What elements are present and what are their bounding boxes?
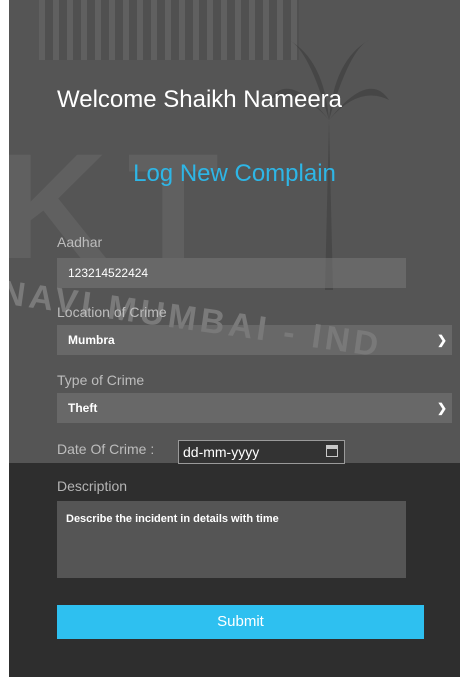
- chevron-down-icon: ❯: [436, 401, 447, 415]
- building-facade-graphic: [39, 0, 299, 60]
- location-value: Mumbra: [68, 333, 115, 347]
- welcome-heading: Welcome Shaikh Nameera: [57, 86, 343, 113]
- location-label: Location of Crime: [57, 304, 167, 320]
- calendar-icon[interactable]: [326, 445, 338, 457]
- chevron-down-icon: ❯: [436, 333, 447, 347]
- date-input[interactable]: dd-mm-yyyy: [178, 440, 345, 464]
- form-title: Log New Complain: [133, 160, 336, 187]
- date-placeholder: dd-mm-yyyy: [183, 444, 260, 460]
- location-select[interactable]: Mumbra ❯: [57, 325, 452, 355]
- description-label: Description: [57, 478, 128, 494]
- submit-button[interactable]: Submit: [57, 605, 424, 639]
- description-textarea[interactable]: Describe the incident in details with ti…: [57, 501, 406, 578]
- crime-type-value: Theft: [68, 401, 98, 415]
- date-label: Date Of Crime :: [57, 441, 155, 457]
- crime-type-label: Type of Crime: [57, 372, 145, 388]
- aadhar-input[interactable]: 123214522424: [57, 258, 406, 288]
- crime-type-select[interactable]: Theft ❯: [57, 393, 452, 423]
- aadhar-label: Aadhar: [57, 234, 103, 250]
- complaint-form-panel: KT NAVI MUMBAI - IND Welcome Shaikh Name…: [9, 0, 460, 677]
